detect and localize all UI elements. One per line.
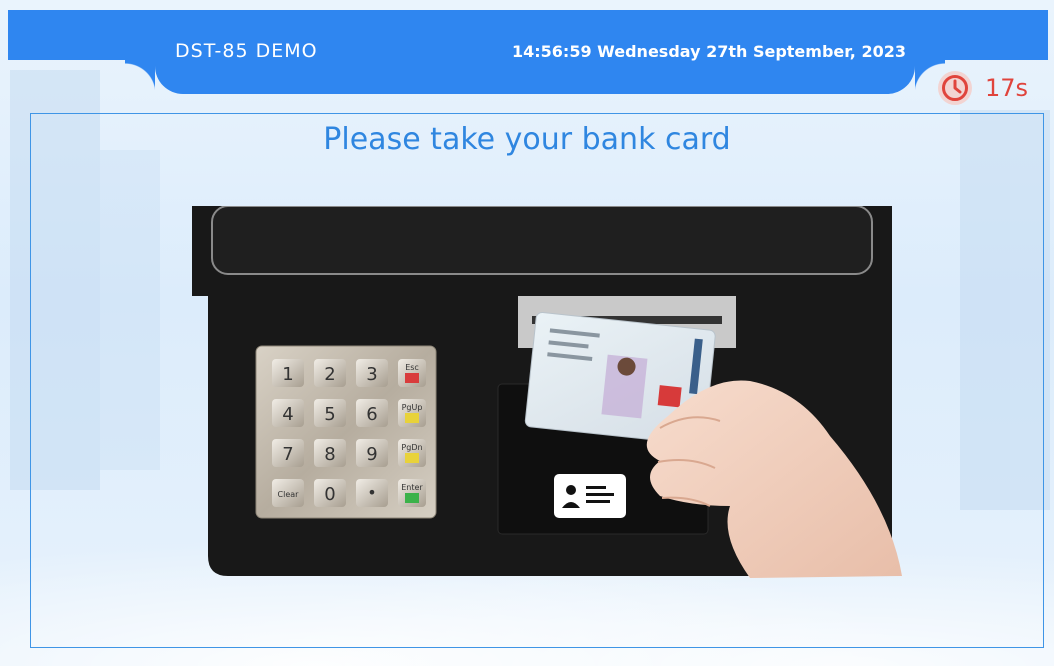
- clock-icon: [938, 71, 972, 105]
- svg-text:5: 5: [324, 404, 335, 425]
- svg-text:•: •: [367, 483, 376, 502]
- instruction-text: Please take your bank card: [323, 122, 731, 157]
- card-reader-illustration: 1 2 3 Esc 4 5 6 PgUp 7 8 9 PgDn Clear 0 …: [192, 206, 902, 578]
- svg-text:Clear: Clear: [278, 490, 300, 499]
- svg-text:0: 0: [324, 484, 335, 505]
- svg-text:6: 6: [366, 404, 377, 425]
- id-card-icon: [554, 474, 626, 518]
- pin-keypad: 1 2 3 Esc 4 5 6 PgUp 7 8 9 PgDn Clear 0 …: [255, 345, 437, 519]
- countdown-timer: 17s: [937, 70, 1028, 106]
- svg-text:2: 2: [324, 364, 335, 385]
- current-datetime: 14:56:59 Wednesday 27th September, 2023: [512, 42, 906, 61]
- header-tab-corner-left: [125, 60, 155, 94]
- svg-text:4: 4: [282, 404, 293, 425]
- countdown-value: 17s: [985, 74, 1029, 102]
- kiosk-screen: [211, 206, 873, 275]
- svg-text:Enter: Enter: [401, 483, 423, 492]
- svg-text:Esc: Esc: [405, 363, 419, 372]
- svg-text:9: 9: [366, 444, 377, 465]
- device-name: DST-85 DEMO: [175, 40, 318, 62]
- svg-text:PgUp: PgUp: [402, 403, 423, 412]
- svg-text:8: 8: [324, 444, 335, 465]
- svg-text:PgDn: PgDn: [401, 443, 422, 452]
- svg-text:1: 1: [282, 364, 293, 385]
- svg-text:3: 3: [366, 364, 377, 385]
- svg-text:7: 7: [282, 444, 293, 465]
